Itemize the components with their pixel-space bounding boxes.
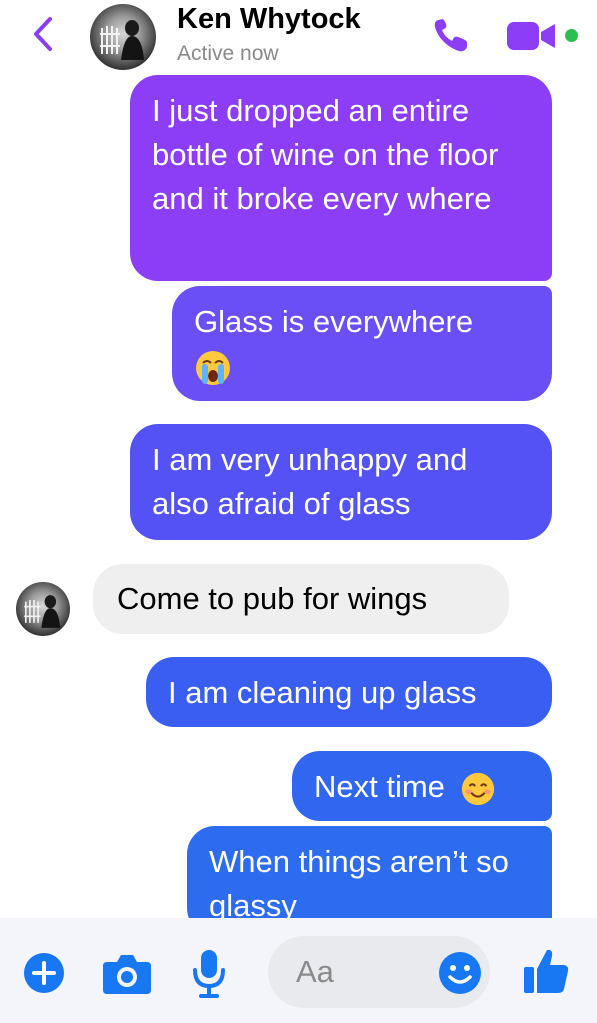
microphone-icon[interactable] [190, 948, 228, 1000]
message-text: I am cleaning up glass [168, 675, 477, 710]
phone-icon[interactable] [430, 16, 472, 56]
thumbs-up-icon[interactable] [521, 946, 571, 996]
contact-avatar[interactable] [90, 4, 156, 70]
contact-avatar-small[interactable] [16, 582, 70, 636]
message-text: I just dropped an entire bottle of wine … [152, 93, 499, 216]
message-bubble-outgoing[interactable]: Glass is everywhere [172, 286, 552, 401]
plus-icon[interactable] [23, 952, 65, 994]
message-bubble-outgoing[interactable]: I am cleaning up glass [146, 657, 552, 727]
loudly-crying-face-icon [196, 350, 230, 385]
message-bubble-outgoing[interactable]: I just dropped an entire bottle of wine … [130, 75, 552, 281]
message-text: I am very unhappy and also afraid of gla… [152, 442, 468, 521]
contact-name[interactable]: Ken Whytock [177, 3, 361, 36]
message-text: Next time [314, 769, 445, 804]
message-text: Glass is everywhere [194, 304, 474, 339]
message-input-placeholder: Aa [296, 954, 334, 989]
active-status: Active now [177, 42, 279, 65]
emoji-icon[interactable] [438, 951, 482, 995]
online-indicator [565, 29, 578, 42]
message-text: Come to pub for wings [117, 581, 428, 616]
smiling-face-icon [461, 772, 494, 805]
message-text: When things aren’t so glassy [209, 844, 509, 923]
camera-icon[interactable] [101, 950, 153, 996]
message-bubble-incoming[interactable]: Come to pub for wings [93, 564, 509, 634]
message-bubble-outgoing[interactable]: Next time [292, 751, 552, 821]
video-camera-icon[interactable] [507, 20, 557, 52]
message-bubble-outgoing[interactable]: I am very unhappy and also afraid of gla… [130, 424, 552, 540]
back-icon[interactable] [28, 14, 58, 54]
conversation-header: Ken Whytock Active now [0, 0, 597, 72]
